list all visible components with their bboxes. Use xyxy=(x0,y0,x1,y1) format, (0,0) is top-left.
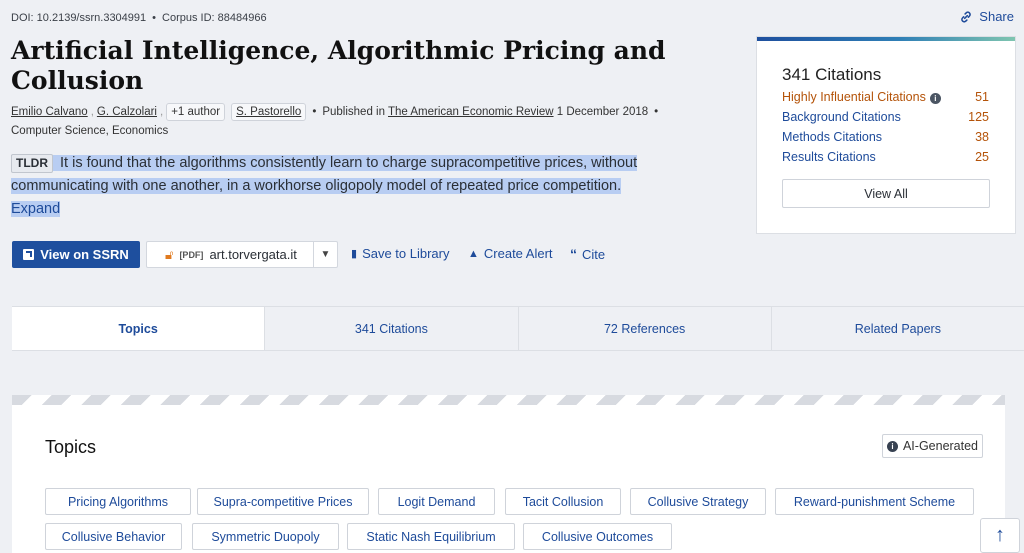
citations-card: 341 Citations Highly Influential Citatio… xyxy=(756,36,1016,234)
save-to-library-label: Save to Library xyxy=(362,246,450,261)
create-alert-label: Create Alert xyxy=(483,246,553,261)
quote-icon: “ xyxy=(570,246,577,262)
topic-chip[interactable]: Collusive Strategy xyxy=(630,488,766,515)
topics-panel: Topics i AI-Generated Pricing Algorithms… xyxy=(12,395,1005,553)
citation-row-label: Highly Influential Citations xyxy=(782,90,926,104)
open-access-lock-icon: 🔓︎ xyxy=(165,246,174,262)
citation-row-methods[interactable]: Methods Citations 38 xyxy=(782,130,989,150)
citation-row-count: 125 xyxy=(968,110,989,124)
cite-label: Cite xyxy=(582,246,606,262)
pdf-source-label: art.torvergata.it xyxy=(209,247,297,262)
paper-title: Artificial Intelligence, Algorithmic Pri… xyxy=(11,36,666,95)
author-link[interactable]: G. Calzolari xyxy=(97,106,157,118)
author-link[interactable]: S. Pastorello xyxy=(236,106,301,118)
author-link[interactable]: Emilio Calvano xyxy=(11,106,88,118)
corpus-id: Corpus ID: 88484966 xyxy=(162,12,267,24)
ai-generated-badge[interactable]: i AI-Generated xyxy=(882,434,983,458)
author-list: Emilio Calvano, G. Calzolari, +1 author S. … xyxy=(11,103,731,141)
chevron-down-icon[interactable]: ▼ xyxy=(313,242,337,267)
citation-row-count: 51 xyxy=(975,90,989,104)
pdf-source-button[interactable]: 🔓︎ [PDF] art.torvergata.it ▼ xyxy=(146,241,338,268)
decorative-stripe xyxy=(12,395,1005,405)
tab-topics[interactable]: Topics xyxy=(12,307,265,350)
pdf-tag: [PDF] xyxy=(179,249,204,260)
publication-date: 1 December 2018 xyxy=(556,106,649,118)
view-all-button[interactable]: View All xyxy=(782,179,990,208)
topic-chip[interactable]: Reward-punishment Scheme xyxy=(775,488,974,515)
citation-row-results[interactable]: Results Citations 25 xyxy=(782,150,989,170)
share-label: Share xyxy=(979,9,1014,24)
tldr-section: TLDR It is found that the algorithms con… xyxy=(11,152,661,221)
more-authors-button[interactable]: +1 author xyxy=(166,103,226,121)
citation-row-highly-influential[interactable]: Highly Influential Citations i 51 xyxy=(782,90,989,110)
info-icon[interactable]: i xyxy=(929,93,941,104)
share-button[interactable]: Share xyxy=(959,9,1014,24)
venue-link[interactable]: The American Economic Review xyxy=(388,106,554,118)
tab-related-papers[interactable]: Related Papers xyxy=(770,307,1024,350)
create-alert-button[interactable]: ▲ Create Alert xyxy=(468,246,553,261)
citation-row-count: 25 xyxy=(975,150,989,164)
link-icon xyxy=(961,11,972,22)
topic-chip[interactable]: Tacit Collusion xyxy=(505,488,621,515)
doi: DOI: 10.2139/ssrn.3304991 xyxy=(11,12,147,24)
scroll-to-top-button[interactable]: ↑ xyxy=(980,518,1020,553)
citation-row-label: Results Citations xyxy=(782,150,876,164)
view-on-ssrn-label: View on SSRN xyxy=(40,247,129,262)
paper-tabs: Topics 341 Citations 72 References Relat… xyxy=(12,306,1024,351)
info-icon: i xyxy=(886,440,898,452)
citations-heading: 341 Citations xyxy=(782,65,882,84)
bell-icon: ▲ xyxy=(468,247,479,260)
citation-row-background[interactable]: Background Citations 125 xyxy=(782,110,989,130)
ai-generated-label: AI-Generated xyxy=(902,439,979,453)
citation-row-label: Methods Citations xyxy=(782,130,883,144)
tab-references[interactable]: 72 References xyxy=(517,307,771,350)
topic-chip[interactable]: Symmetric Duopoly xyxy=(192,523,339,550)
arrow-up-icon: ↑ xyxy=(995,524,1005,546)
view-on-ssrn-button[interactable]: View on SSRN xyxy=(12,241,140,268)
expand-link[interactable]: Expand xyxy=(11,201,61,217)
bookmark-icon: ▮ xyxy=(351,248,358,260)
card-accent-bar xyxy=(757,37,1015,41)
tab-citations[interactable]: 341 Citations xyxy=(264,307,518,350)
fields-of-study: Computer Science, Economics xyxy=(11,125,169,137)
citation-row-label: Background Citations xyxy=(782,110,901,124)
topic-chip[interactable]: Collusive Behavior xyxy=(45,523,182,550)
topic-chip[interactable]: Logit Demand xyxy=(378,488,495,515)
save-to-library-button[interactable]: ▮ Save to Library xyxy=(351,246,450,261)
cite-button[interactable]: “ Cite xyxy=(570,246,605,262)
topic-chip[interactable]: Collusive Outcomes xyxy=(523,523,672,550)
topic-chip[interactable]: Pricing Algorithms xyxy=(45,488,191,515)
topics-heading: Topics xyxy=(45,437,97,457)
citation-row-count: 38 xyxy=(975,130,989,144)
published-in-label: Published in xyxy=(322,106,385,118)
tldr-text: It is found that the algorithms consiste… xyxy=(11,155,638,194)
topic-chip[interactable]: Supra-competitive Prices xyxy=(197,488,369,515)
paper-meta: DOI: 10.2139/ssrn.3304991 • Corpus ID: 884… xyxy=(11,12,267,24)
external-link-icon xyxy=(23,249,35,260)
topic-chip[interactable]: Static Nash Equilibrium xyxy=(347,523,515,550)
tldr-badge: TLDR xyxy=(11,154,53,173)
